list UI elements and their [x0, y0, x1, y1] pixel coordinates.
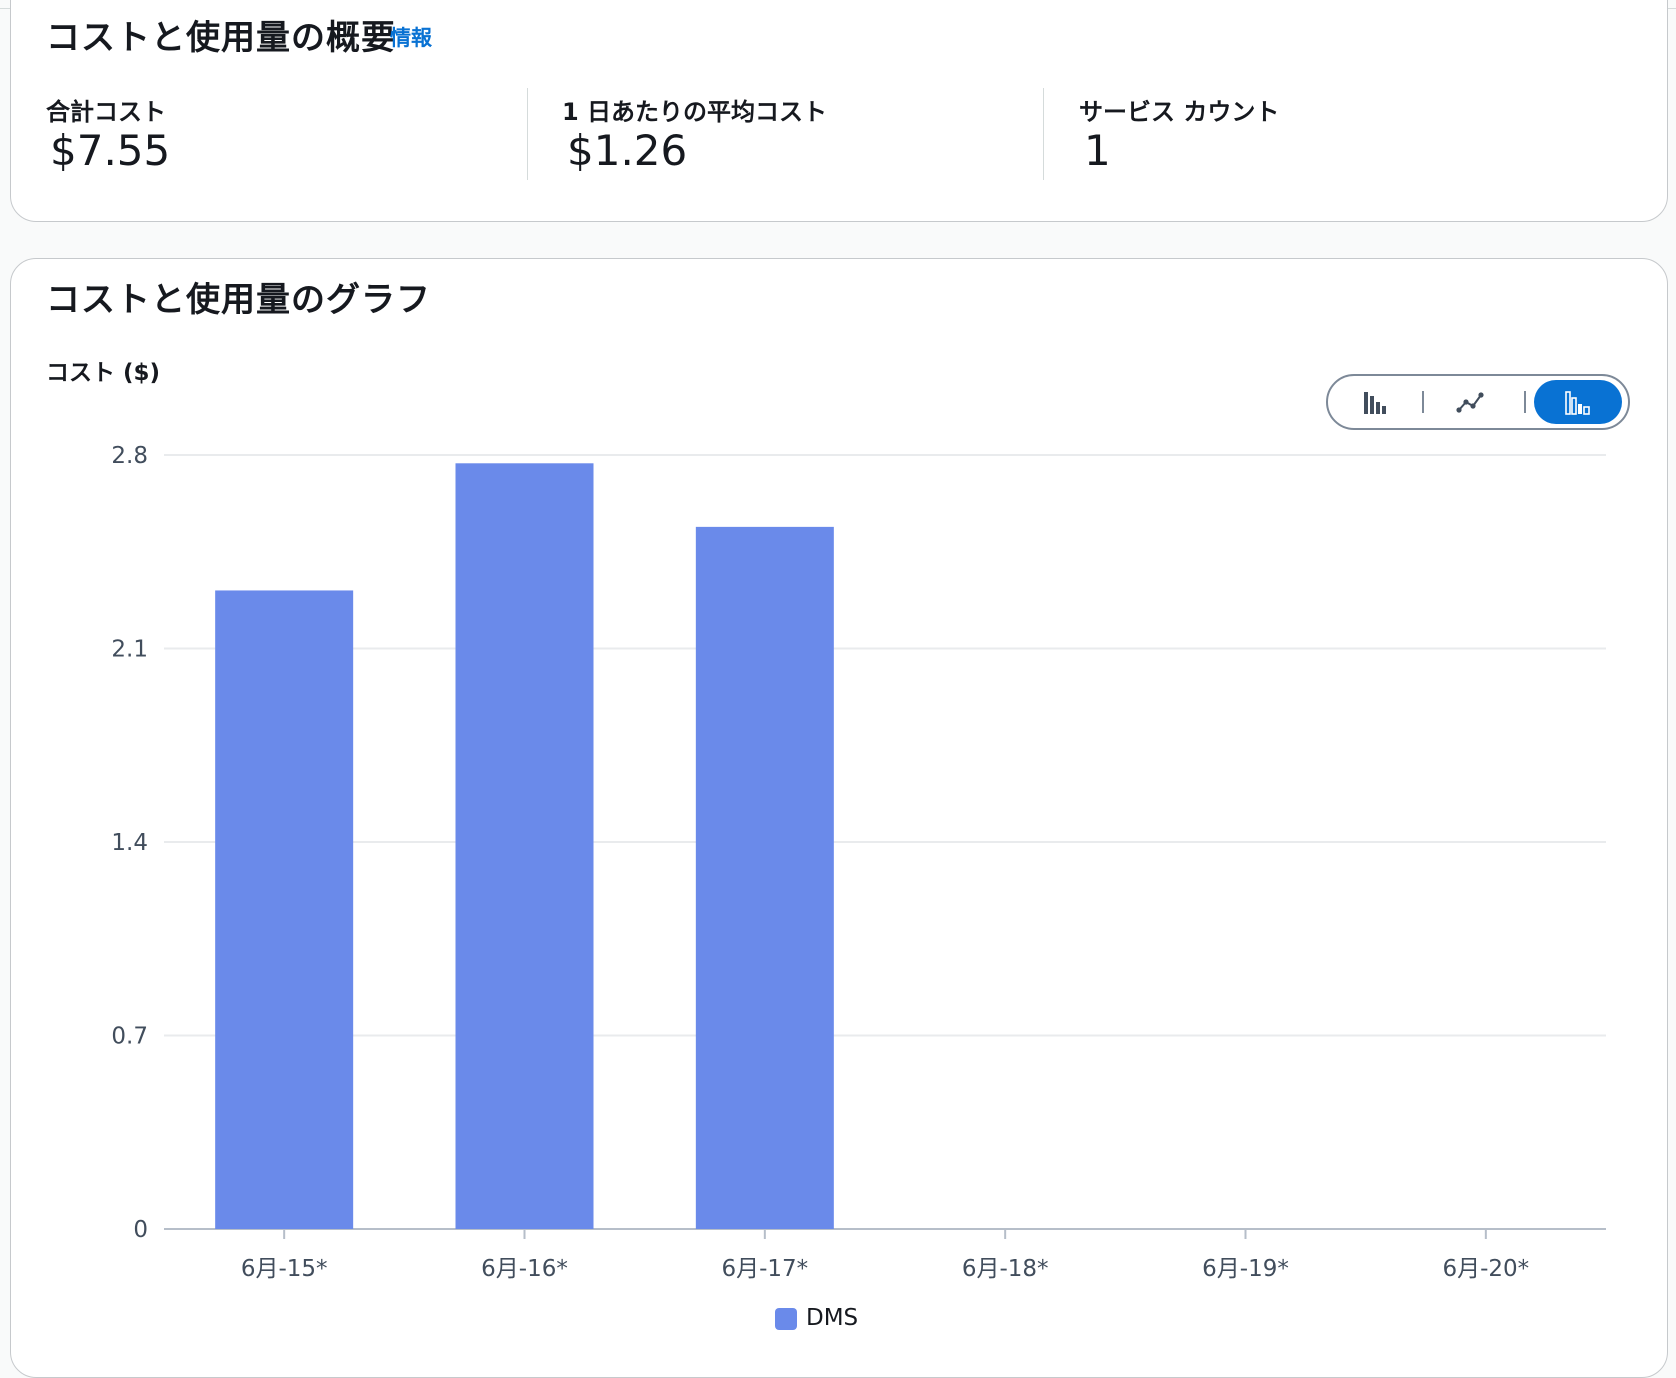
- x-tick-label: 6月-19*: [1202, 1256, 1289, 1282]
- bar-dms: [215, 590, 354, 1229]
- y-tick-label: 2.1: [111, 637, 148, 663]
- x-tick-label: 6月-18*: [962, 1256, 1049, 1282]
- x-tick-label: 6月-16*: [481, 1256, 568, 1282]
- y-tick-label: 0: [133, 1217, 148, 1243]
- y-tick-label: 1.4: [111, 830, 148, 856]
- y-tick-label: 2.8: [111, 443, 148, 469]
- y-tick-label: 0.7: [111, 1024, 148, 1050]
- x-tick-label: 6月-20*: [1442, 1256, 1529, 1282]
- x-tick-label: 6月-17*: [721, 1256, 808, 1282]
- bar-dms: [455, 463, 594, 1229]
- legend-label-dms: DMS: [806, 1305, 859, 1331]
- x-tick-label: 6月-15*: [241, 1256, 328, 1282]
- legend-swatch-dms: [775, 1308, 797, 1330]
- bar-dms: [695, 526, 834, 1229]
- cost-bar-chart: 0 0.7 1.4 2.1 2.8 6月-15* 6月-16* 6月-17* 6月-18* 6月-…: [111, 443, 1606, 1282]
